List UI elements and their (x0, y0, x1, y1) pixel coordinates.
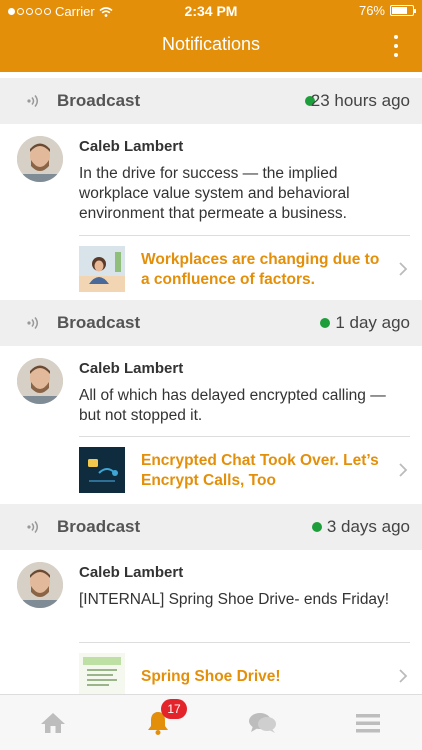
tab-bar: 17 (0, 694, 422, 750)
chevron-right-icon (399, 262, 408, 276)
notification-feed[interactable]: Broadcast 23 hours ago Caleb Lambert In … (0, 78, 422, 694)
notification-post[interactable]: Caleb Lambert In the drive for success —… (0, 124, 422, 300)
broadcast-icon (27, 317, 38, 329)
tab-home[interactable] (0, 695, 105, 750)
tab-menu[interactable] (315, 695, 420, 750)
timestamp: 23 hours ago (310, 91, 410, 110)
section-label: Broadcast (57, 313, 141, 332)
message-text: In the drive for success — the implied w… (79, 165, 350, 222)
status-bar: Carrier 2:34 PM 76% (0, 0, 422, 22)
message-text: All of which has delayed encrypted calli… (79, 387, 386, 424)
author-name: Caleb Lambert (79, 360, 184, 377)
broadcast-icon (27, 95, 38, 107)
tab-messages[interactable] (210, 695, 315, 750)
link-thumbnail (79, 246, 125, 292)
link-title: Workplaces are changing due to a conflue… (141, 251, 380, 288)
avatar (17, 562, 63, 608)
link-preview[interactable]: Encrypted Chat Took Over. Let’s Encrypt … (79, 436, 410, 504)
page-title: Notifications (161, 34, 261, 54)
avatar (17, 358, 63, 404)
notification-count-badge: 17 (161, 699, 187, 719)
chat-icon (248, 713, 276, 733)
timestamp: 1 day ago (335, 313, 410, 332)
link-preview[interactable]: Spring Shoe Drive! (79, 642, 410, 694)
avatar (17, 136, 63, 182)
online-status-dot (320, 318, 330, 328)
home-icon (40, 713, 65, 733)
section-header: Broadcast 3 days ago (0, 504, 422, 550)
link-thumbnail (79, 447, 125, 493)
timestamp: 3 days ago (326, 517, 410, 536)
notification-post[interactable]: Caleb Lambert [INTERNAL] Spring Shoe Dri… (0, 550, 422, 694)
chevron-right-icon (399, 463, 408, 477)
link-title: Spring Shoe Drive! (141, 668, 281, 685)
section-header: Broadcast 23 hours ago (0, 78, 422, 124)
app-header: Carrier 2:34 PM 76% Notifications (0, 0, 422, 72)
link-thumbnail (79, 653, 125, 694)
author-name: Caleb Lambert (79, 564, 184, 581)
battery-percent: 76% (358, 3, 385, 18)
section-label: Broadcast (57, 517, 141, 536)
tab-notifications[interactable]: 17 (105, 695, 210, 750)
notification-post[interactable]: Caleb Lambert All of which has delayed e… (0, 346, 422, 504)
menu-icon (355, 714, 380, 733)
link-preview[interactable]: Workplaces are changing due to a conflue… (79, 235, 410, 300)
battery-icon (390, 5, 416, 16)
section-label: Broadcast (57, 91, 141, 110)
online-status-dot (312, 522, 322, 532)
message-text: [INTERNAL] Spring Shoe Drive- ends Frida… (79, 591, 390, 608)
link-title: Encrypted Chat Took Over. Let’s Encrypt … (141, 452, 379, 489)
author-name: Caleb Lambert (79, 138, 184, 155)
more-options-icon[interactable] (392, 35, 400, 57)
chevron-right-icon (399, 669, 408, 683)
section-header: Broadcast 1 day ago (0, 300, 422, 346)
broadcast-icon (27, 521, 38, 533)
